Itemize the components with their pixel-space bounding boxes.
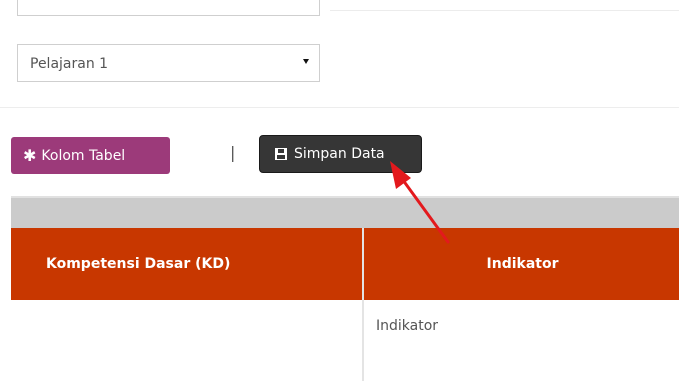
lesson-select[interactable]: Pelajaran 1 <box>17 44 320 82</box>
dropdown-arrow-icon <box>303 59 309 64</box>
gear-icon: ✱ <box>23 145 37 165</box>
table-cell-indikator: Indikator <box>376 318 439 334</box>
column-header-indikator: Indikator <box>364 228 679 300</box>
column-header-kd: Kompetensi Dasar (KD) <box>11 228 362 300</box>
divider <box>0 107 679 108</box>
column-header-indikator-label: Indikator <box>486 256 559 272</box>
column-header-kd-label: Kompetensi Dasar (KD) <box>46 256 231 272</box>
kolom-tabel-button[interactable]: ✱ Kolom Tabel <box>11 137 170 174</box>
page: Pelajaran 1 ✱ Kolom Tabel | Simpan Data … <box>0 0 679 381</box>
toolbar-separator: | <box>230 143 236 162</box>
text-input[interactable] <box>17 0 320 16</box>
floppy-disk-icon <box>275 148 287 160</box>
simpan-data-label: Simpan Data <box>294 146 385 162</box>
table-toolbar-band <box>11 198 679 228</box>
divider <box>330 10 679 11</box>
simpan-data-button[interactable]: Simpan Data <box>259 135 422 173</box>
column-divider <box>362 228 364 381</box>
lesson-select-value: Pelajaran 1 <box>30 56 109 72</box>
kolom-tabel-label: Kolom Tabel <box>41 147 126 164</box>
